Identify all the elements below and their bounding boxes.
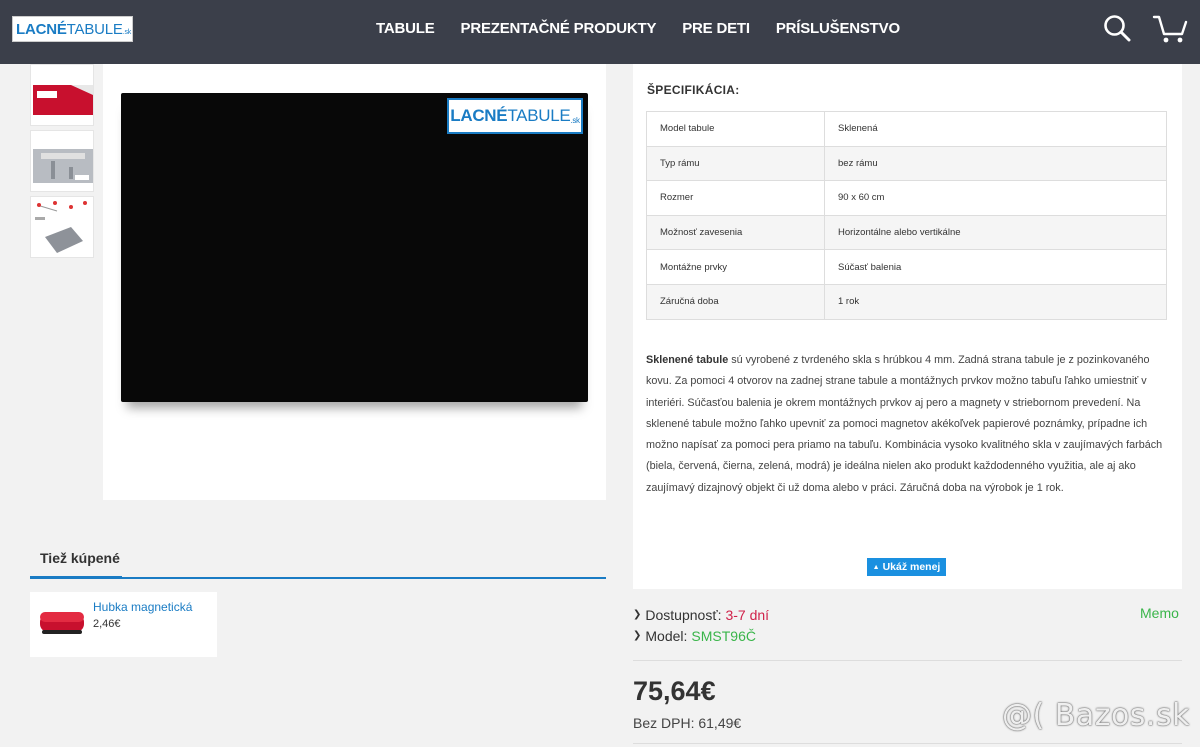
board-logo-text-3: .sk — [570, 115, 580, 125]
show-less-button[interactable]: ▲ Ukáž menej — [867, 558, 946, 576]
table-row: Rozmer 90 x 60 cm — [646, 180, 1167, 216]
main-nav: TABULE PREZENTAČNÉ PRODUKTY PRE DETI PRÍ… — [376, 0, 900, 56]
thumbnail-1[interactable] — [30, 64, 94, 126]
spec-label: Model tabule — [646, 111, 825, 147]
table-row: Záručná doba 1 rok — [646, 283, 1167, 320]
glass-board: LACNÉ TABULE .sk — [121, 93, 588, 402]
model-label: Model: — [645, 627, 688, 644]
spec-label: Typ rámu — [646, 145, 825, 182]
spec-value: 1 rok — [824, 283, 1167, 320]
table-row: Typ rámu bez rámu — [646, 145, 1167, 182]
model-row: ❯ Model: SMST96Č — [633, 625, 769, 646]
product-price-main: 75,64€ — [633, 676, 716, 706]
logo-text-2: TABULE — [66, 20, 123, 38]
logo-text-3: .sk — [122, 28, 132, 36]
description-bold: Sklenené tabule — [646, 354, 729, 366]
chevron-right-icon: ❯ — [633, 630, 642, 641]
spec-value: Sklenená — [824, 111, 1167, 147]
logo-text-1: LACNÉ — [16, 20, 67, 38]
spec-value: 90 x 60 cm — [824, 180, 1167, 216]
description-text: sú vyrobené z tvrdeného skla s hrúbkou 4… — [646, 354, 1163, 494]
spec-value: Horizontálne alebo vertikálne — [824, 214, 1167, 251]
thumbnail-3[interactable] — [30, 196, 94, 258]
spec-label: Možnosť zavesenia — [646, 214, 825, 251]
divider — [633, 743, 1182, 744]
product-main-image[interactable]: LACNÉ TABULE .sk — [103, 64, 606, 500]
board-logo-text-1: LACNÉ — [450, 106, 508, 125]
nav-item-pre-deti[interactable]: PRE DETI — [682, 20, 750, 37]
spec-table: Model tabule Sklenená Typ rámu bez rámu Ro… — [646, 111, 1167, 320]
spec-title: ŠPECIFIKÁCIA: — [647, 83, 740, 97]
spec-value: bez rámu — [824, 145, 1167, 182]
table-row: Možnosť zavesenia Horizontálne alebo vert… — [646, 214, 1167, 251]
product-description: Sklenené tabule sú vyrobené z tvrdeného … — [646, 350, 1171, 499]
product-info: ❯ Dostupnosť: 3-7 dní ❯ Model: SMST96Č — [633, 604, 769, 646]
table-row: Montážne prvky Súčasť balenia — [646, 249, 1167, 285]
model-value: SMST96Č — [691, 627, 756, 644]
price-without-vat: Bez DPH: 61,49€ — [633, 715, 742, 731]
sponge-image — [38, 608, 88, 638]
search-icon[interactable] — [1103, 14, 1131, 47]
product-price: 2,46€ — [93, 618, 121, 630]
divider — [633, 660, 1182, 661]
also-bought-product[interactable]: Hubka magnetická 2,46€ — [30, 592, 217, 657]
table-row: Model tabule Sklenená — [646, 111, 1167, 147]
product-name[interactable]: Hubka magnetická — [93, 600, 192, 614]
tab-also-bought[interactable]: Tiež kúpené — [30, 540, 122, 579]
brand-link[interactable]: Memo — [1140, 605, 1179, 621]
board-logo-text-2: TABULE — [507, 106, 571, 125]
thumbnail-2[interactable] — [30, 130, 94, 192]
availability-label: Dostupnosť: — [645, 606, 722, 623]
site-header: LACNÉ TABULE .sk TABULE PREZENTAČNÉ PRODUK… — [0, 0, 1200, 64]
board-logo: LACNÉ TABULE .sk — [447, 98, 583, 134]
site-logo[interactable]: LACNÉ TABULE .sk — [12, 16, 133, 42]
show-less-label: Ukáž menej — [882, 561, 941, 573]
spec-label: Rozmer — [646, 180, 825, 216]
chevron-right-icon: ❯ — [633, 609, 642, 620]
specification-panel: ŠPECIFIKÁCIA: Model tabule Sklenená Typ r… — [633, 64, 1182, 589]
availability-row: ❯ Dostupnosť: 3-7 dní — [633, 604, 769, 625]
spec-label: Záručná doba — [646, 283, 825, 320]
cart-icon[interactable] — [1152, 14, 1188, 49]
gallery-thumbnails — [30, 64, 94, 262]
nav-item-prezentacne-produkty[interactable]: PREZENTAČNÉ PRODUKTY — [461, 20, 657, 37]
availability-value: 3-7 dní — [725, 606, 770, 623]
nav-item-tabule[interactable]: TABULE — [376, 20, 435, 37]
spec-label: Montážne prvky — [646, 249, 825, 285]
nav-item-prislusenstvo[interactable]: PRÍSLUŠENSTVO — [776, 20, 900, 37]
also-bought-tabs: Tiež kúpené — [30, 540, 606, 579]
spec-value: Súčasť balenia — [824, 249, 1167, 285]
watermark: @( Bazos.sk — [1002, 698, 1190, 733]
caret-up-icon: ▲ — [872, 563, 880, 571]
